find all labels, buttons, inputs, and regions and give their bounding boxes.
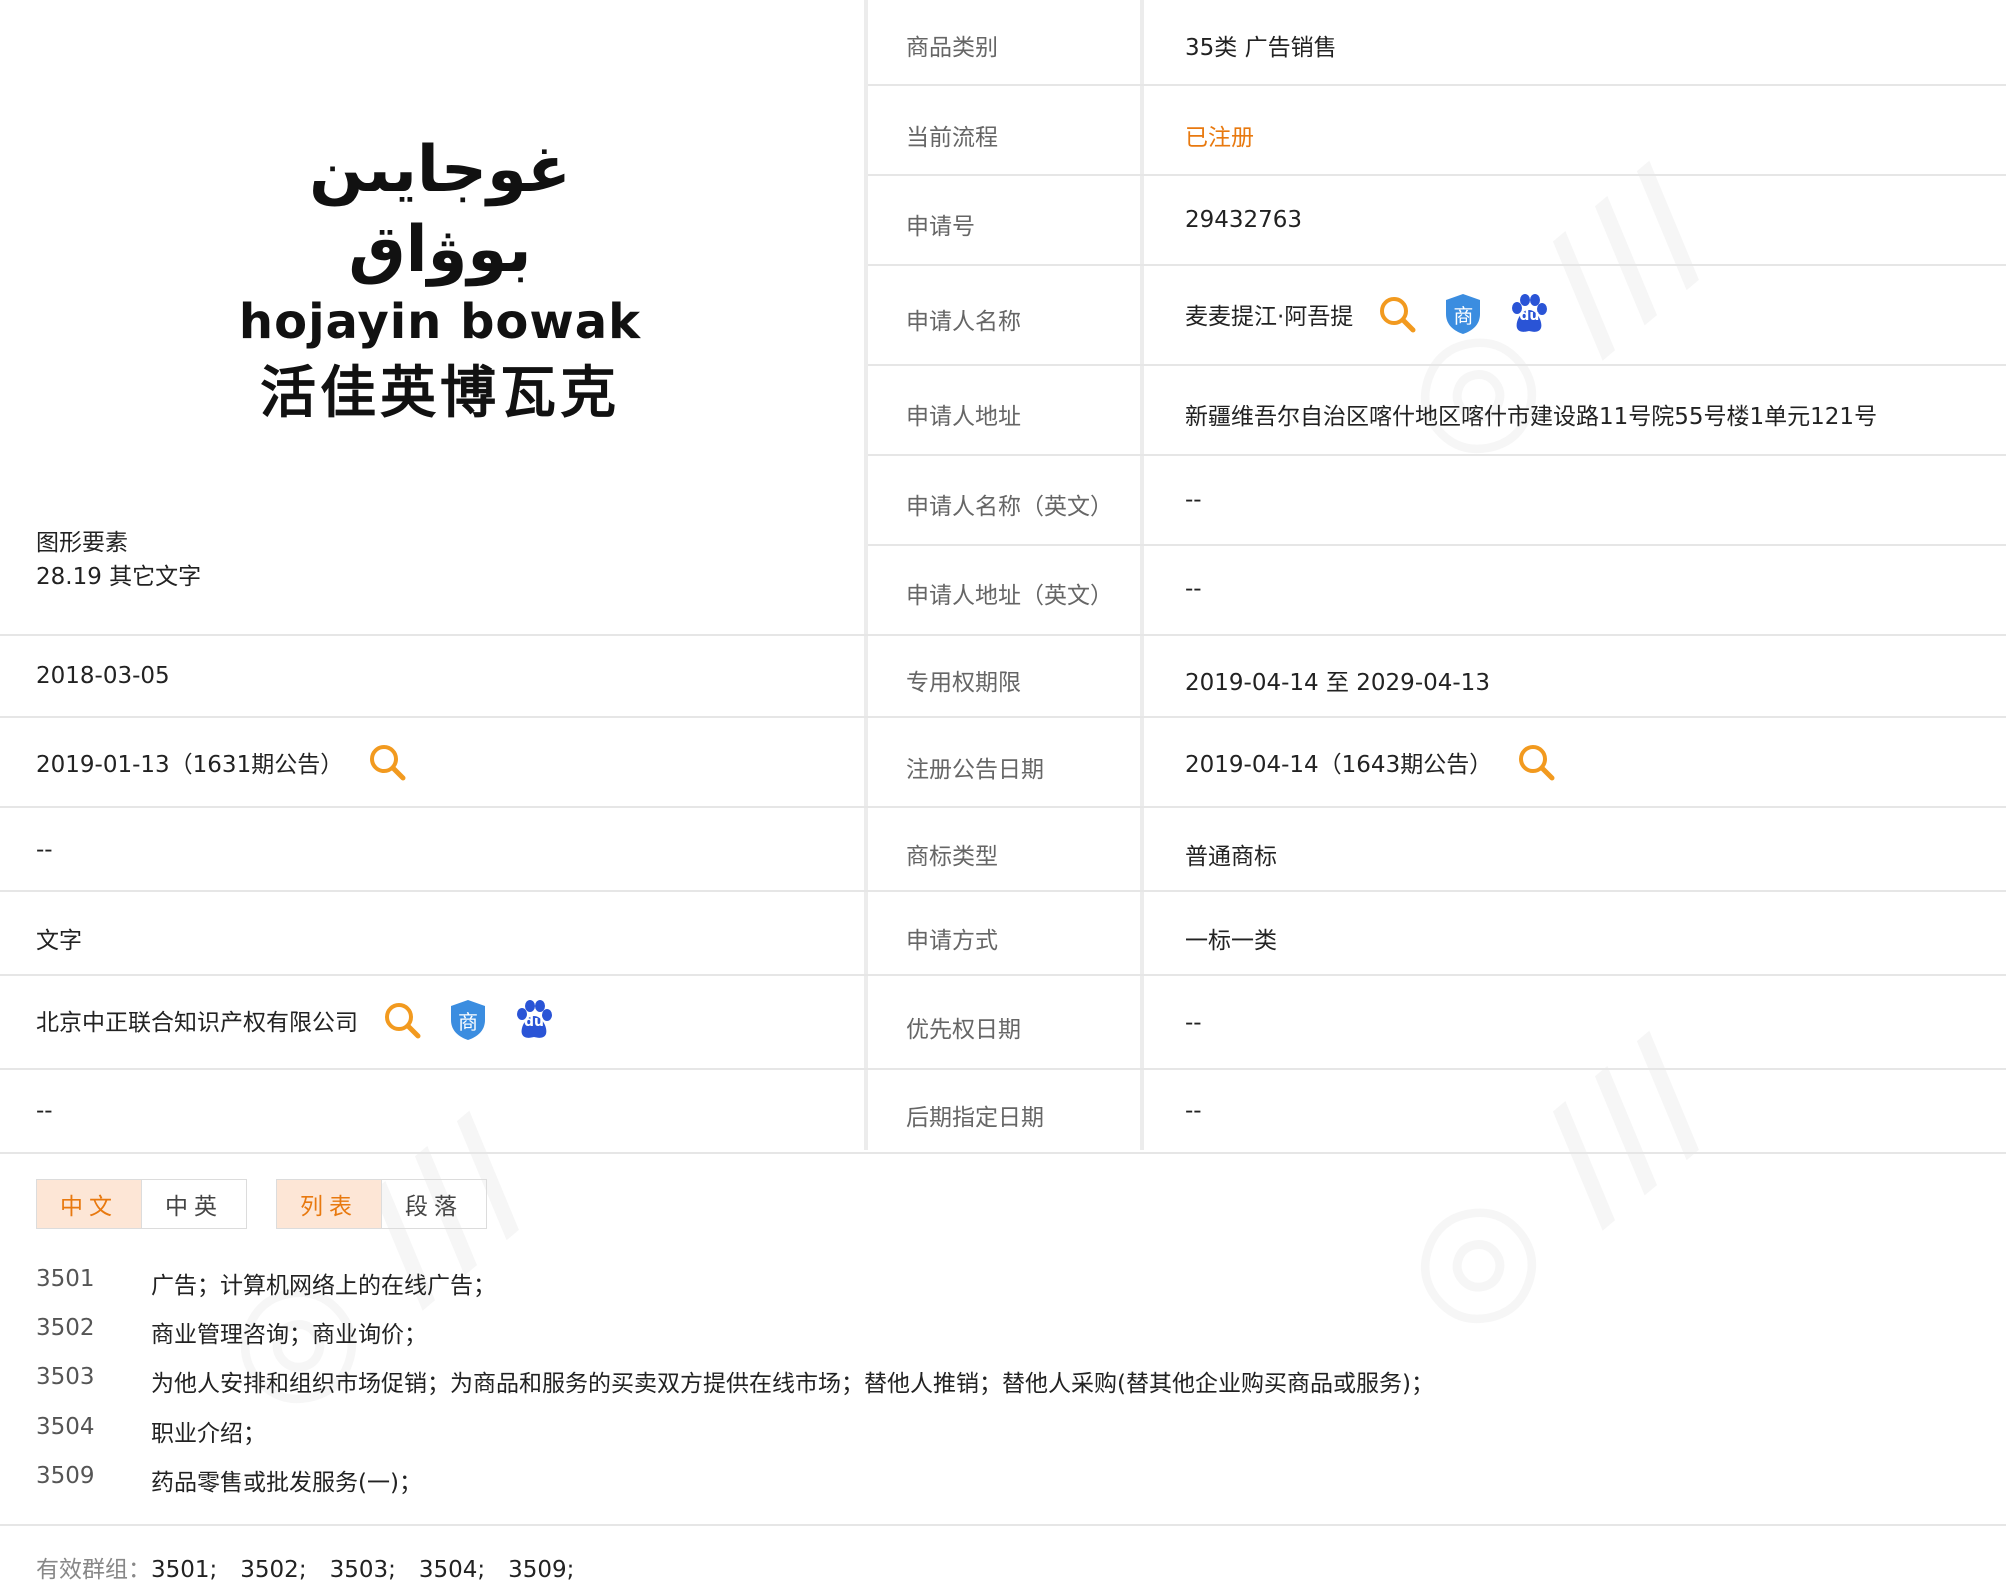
label-applicant-address-en: 申请人地址（英文）: [906, 583, 1113, 609]
logo-uyghur: غوجايىن بوۋاق: [309, 133, 571, 287]
service-code: 3501: [36, 1266, 95, 1292]
label-exclusive-period: 专用权期限: [906, 670, 1021, 696]
label-trademark-type: 商标类型: [906, 844, 998, 870]
value-agency: 北京中正联合知识产权有限公司: [36, 1010, 358, 1036]
logo-latin: hojayin bowak: [238, 294, 642, 350]
service-desc: 为他人安排和组织市场促销；为商品和服务的买卖双方提供在线市场；替他人推销；替他人…: [151, 1371, 1434, 1397]
shield-char: 商: [458, 1009, 478, 1034]
tab-chinese-english[interactable]: 中英: [141, 1180, 246, 1228]
tab-paragraph[interactable]: 段落: [381, 1180, 486, 1228]
applicant-name-row: 麦麦提江·阿吾提 商 du: [1185, 292, 1551, 336]
figure-element-value: 28.19 其它文字: [36, 564, 202, 590]
value-preliminary-announce: 2019-01-13（1631期公告）: [36, 752, 344, 778]
value-trademark-type: 普通商标: [1185, 844, 1277, 870]
service-code: 3502: [36, 1315, 95, 1341]
column-divider-left: [864, 0, 868, 1150]
search-icon[interactable]: [365, 740, 409, 784]
tab-list[interactable]: 列表: [277, 1180, 381, 1228]
list-item: 3503 为他人安排和组织市场促销；为商品和服务的买卖双方提供在线市场；替他人推…: [36, 1364, 1434, 1398]
list-item: 3501 广告；计算机网络上的在线广告；: [36, 1266, 496, 1300]
baidu-paw-icon[interactable]: du: [1507, 292, 1551, 336]
search-icon[interactable]: [1514, 740, 1558, 784]
label-applicant-name: 申请人名称: [906, 309, 1021, 335]
label-application-no: 申请号: [906, 214, 975, 240]
shield-char: 商: [1453, 303, 1474, 328]
figure-element-label: 图形要素: [36, 530, 128, 556]
baidu-text: du: [524, 1014, 544, 1030]
preliminary-announce-row: 2019-01-13（1631期公告）: [36, 740, 409, 784]
service-desc: 药品零售或批发服务(一)；: [151, 1470, 422, 1496]
label-applicant-address: 申请人地址: [906, 404, 1021, 430]
baidu-text: du: [1519, 308, 1540, 324]
registration-announce-row: 2019-04-14（1643期公告）: [1185, 740, 1558, 784]
search-icon[interactable]: [380, 998, 424, 1042]
value-priority-date: --: [1185, 1010, 1202, 1036]
valid-groups-label: 有效群组：: [36, 1557, 151, 1583]
view-tabs: 列表 段落: [276, 1179, 487, 1229]
language-tabs: 中文 中英: [36, 1179, 247, 1229]
service-code: 3504: [36, 1414, 95, 1440]
value-left-empty-2: --: [36, 1098, 53, 1124]
column-divider-mid: [1140, 0, 1144, 1150]
value-applicant-name-en: --: [1185, 487, 1202, 513]
baidu-paw-icon[interactable]: du: [512, 998, 556, 1042]
value-applicant-address: 新疆维吾尔自治区喀什地区喀什市建设路11号院55号楼1单元121号: [1185, 404, 1878, 430]
value-current-process: 已注册: [1185, 125, 1254, 151]
list-item: 3502 商业管理咨询；商业询价；: [36, 1315, 427, 1349]
value-trademark-form: 文字: [36, 928, 82, 954]
value-left-empty-1: --: [36, 837, 53, 863]
service-desc: 广告；计算机网络上的在线广告；: [151, 1273, 496, 1299]
label-registration-announce: 注册公告日期: [906, 757, 1044, 783]
service-code: 3509: [36, 1463, 95, 1489]
valid-groups: 有效群组：3501; 3502; 3503; 3504; 3509;: [36, 1550, 574, 1584]
tab-chinese[interactable]: 中文: [37, 1180, 141, 1228]
value-applicant-address-en: --: [1185, 576, 1202, 602]
label-goods-class: 商品类别: [906, 35, 998, 61]
list-item: 3509 药品零售或批发服务(一)；: [36, 1463, 422, 1497]
watermark: ◎ ///: [1365, 1009, 1743, 1366]
value-later-designation-date: --: [1185, 1098, 1202, 1124]
value-application-no: 29432763: [1185, 207, 1303, 233]
value-goods-class: 35类 广告销售: [1185, 35, 1337, 61]
value-registration-announce: 2019-04-14（1643期公告）: [1185, 752, 1493, 778]
trademark-shield-icon[interactable]: 商: [1441, 292, 1485, 336]
value-exclusive-period: 2019-04-14 至 2029-04-13: [1185, 670, 1490, 696]
service-desc: 职业介绍；: [151, 1421, 266, 1447]
agency-row: 北京中正联合知识产权有限公司 商 du: [36, 998, 556, 1042]
trademark-logo: غوجايىن بوۋاق hojayin bowak 活佳英博瓦克: [220, 130, 660, 434]
trademark-shield-icon[interactable]: 商: [446, 998, 490, 1042]
service-desc: 商业管理咨询；商业询价；: [151, 1322, 427, 1348]
list-item: 3504 职业介绍；: [36, 1414, 266, 1448]
label-current-process: 当前流程: [906, 125, 998, 151]
service-code: 3503: [36, 1364, 95, 1390]
value-applicant-name: 麦麦提江·阿吾提: [1185, 304, 1354, 330]
valid-groups-value: 3501; 3502; 3503; 3504; 3509;: [151, 1557, 575, 1583]
value-application-method: 一标一类: [1185, 928, 1277, 954]
label-priority-date: 优先权日期: [906, 1017, 1021, 1043]
label-applicant-name-en: 申请人名称（英文）: [906, 494, 1113, 520]
value-application-date: 2018-03-05: [36, 663, 170, 689]
logo-chinese: 活佳英博瓦克: [260, 361, 620, 426]
label-later-designation-date: 后期指定日期: [906, 1105, 1044, 1131]
search-icon[interactable]: [1375, 292, 1419, 336]
label-application-method: 申请方式: [906, 928, 998, 954]
